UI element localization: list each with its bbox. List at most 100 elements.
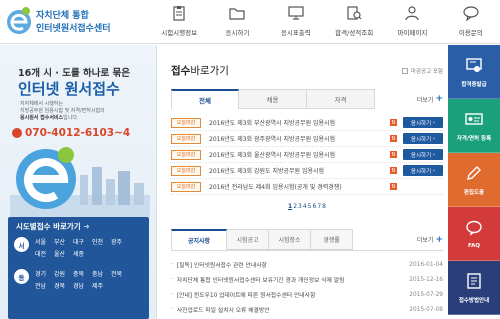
apply-button[interactable]: 응시하기 › — [403, 149, 443, 160]
chat-icon — [463, 6, 479, 21]
more-link[interactable]: 더보기 + — [417, 89, 443, 109]
apply-button[interactable]: 응시하기 › — [403, 133, 443, 144]
banner-desc-strong: 응시원서 접수서비스 — [20, 115, 64, 121]
banner-headline-2: 인터넷 원서접수 — [18, 80, 120, 98]
closed-filter-label: 마감공고 포함 — [410, 69, 443, 75]
notice-title-link[interactable]: 자치단체 통합 인터넷원서접수센터 보유기간 경과 개인정보 삭제 알림 — [177, 275, 403, 284]
region-title: 시도별접수 바로가기 ➜ — [16, 221, 90, 232]
nav-admission-ticket[interactable]: 응시표출력 — [267, 0, 325, 44]
nav-label: 시험시행정보 — [161, 29, 198, 37]
region-link[interactable]: 광주 — [111, 237, 130, 246]
nav-result-lookup[interactable]: 합격/성적조회 — [325, 0, 383, 44]
region-link[interactable]: 서울 — [35, 237, 54, 246]
page-link[interactable]: 5 — [308, 203, 312, 210]
phone-number: 070-4012-6103~4 — [25, 127, 131, 139]
page-link[interactable]: 4 — [303, 203, 307, 210]
apply-button-label: 응시하기 — [410, 120, 432, 127]
nav-exam-info[interactable]: 시험시행정보 — [150, 0, 208, 44]
logo-e-icon — [7, 7, 31, 34]
main-nav: 시험시행정보 응시하기 응시표출력 합격/성적조회 마이페이지 이용문의 — [150, 0, 500, 44]
page-link[interactable]: 6 — [313, 203, 317, 210]
new-badge: N — [390, 183, 397, 190]
bullet-icon: · — [171, 276, 173, 283]
region-link[interactable]: 충남 — [92, 269, 111, 278]
nav-apply[interactable]: 응시하기 — [208, 0, 266, 44]
notice-title-link[interactable]: 사진업로드 파일 설치시 오류 해결방안 — [177, 305, 403, 314]
tab-all[interactable]: 전체 — [171, 89, 239, 109]
new-badge: N — [390, 167, 397, 174]
deadline-badge: 오늘마감 — [171, 165, 201, 176]
exam-title-link[interactable]: 2016년 전라남도 제4회 임용시험(공개 및 경력경쟁) — [209, 182, 387, 191]
region-link[interactable]: 부산 — [54, 237, 73, 246]
page-link[interactable]: 7 — [317, 203, 321, 210]
region-link[interactable]: 세종 — [73, 249, 92, 258]
list-item: · 사진업로드 파일 설치시 오류 해결방안 2015-07-08 — [171, 302, 443, 317]
banner-description: 지자체에서 시행하는 지방공무원 임용시험 및 자격/면허시험의 응시원서 접수… — [20, 101, 142, 122]
phone-icon — [12, 128, 22, 138]
region-link[interactable]: 전북 — [111, 269, 130, 278]
tab-competition-rate[interactable]: 경쟁률 — [311, 229, 353, 250]
tab-exam-announcement[interactable]: 시험공고 — [227, 229, 269, 250]
region-link[interactable]: 전남 — [35, 281, 54, 290]
bullet-icon: · — [171, 306, 173, 313]
more-label: 더보기 — [416, 237, 434, 244]
tab-notice[interactable]: 공지사항 — [171, 229, 227, 250]
apply-button[interactable]: 응시하기 › — [403, 117, 443, 128]
notice-date: 2016-01-04 — [409, 261, 443, 268]
tab-license[interactable]: 자격 — [307, 89, 375, 109]
exam-list: 오늘마감 2016년도 제3회 부산광역시 지방공무원 임용시험 N 응시하기 … — [171, 115, 443, 195]
phone-row: 070-4012-6103~4 — [12, 127, 130, 139]
user-icon — [405, 6, 420, 21]
exam-title-link[interactable]: 2016년도 제3회 부산광역시 지방공무원 임용시험 — [209, 118, 387, 127]
tab-recruit[interactable]: 채용 — [239, 89, 307, 109]
list-item: · [안내] 윈도우10 업데이트에 따른 원서접수센터 안내사항 2015-0… — [171, 287, 443, 302]
region-circle: 동 — [14, 269, 29, 284]
page-link[interactable]: 8 — [322, 203, 326, 210]
deadline-badge: 오늘마감 — [171, 117, 201, 128]
region-link[interactable]: 경기 — [35, 269, 54, 278]
region-link[interactable]: 울산 — [54, 249, 73, 258]
page-link[interactable]: 2 — [293, 203, 297, 210]
region-link[interactable]: 강원 — [54, 269, 73, 278]
section-title-bold: 접수 — [171, 65, 191, 77]
site-header: 자치단체 통합 인터넷원서접수센터 시험시행정보 응시하기 응시표출력 합격/성… — [0, 0, 500, 44]
region-link[interactable]: 경남 — [73, 281, 92, 290]
closed-checkbox[interactable] — [401, 68, 408, 74]
guide-icon — [467, 272, 481, 289]
list-item: 오늘마감 2016년도 제3회 강원도 지방공무원 임용시험 N 응시하기 › — [171, 163, 443, 179]
region-link[interactable]: 충북 — [73, 269, 92, 278]
section-title-rest: 바로가기 — [190, 65, 229, 77]
list-item: 오늘마감 2016년도 제3회 울산광역시 지방공무원 임용시험 N 응시하기 … — [171, 147, 443, 163]
notice-title-link[interactable]: [필독] 인터넷원서접수 관련 안내사항 — [177, 260, 403, 269]
nav-mypage[interactable]: 마이페이지 — [383, 0, 441, 44]
region-link[interactable]: 경북 — [54, 281, 73, 290]
closed-filter[interactable]: 마감공고 포함 — [401, 67, 443, 75]
page-link[interactable]: 3 — [298, 203, 302, 210]
quick-license-register[interactable]: 자격/면허 등록 — [448, 99, 500, 153]
quick-edit-help[interactable]: 편집도움 — [448, 153, 500, 207]
notice-tabs: 공지사항 시험공고 시험장소 경쟁률 더보기 + — [171, 229, 443, 251]
region-link[interactable]: 제주 — [92, 281, 111, 290]
region-link[interactable]: 대전 — [35, 249, 54, 258]
notice-more-link[interactable]: 더보기 + — [417, 229, 443, 250]
region-link[interactable]: 인천 — [92, 237, 111, 246]
exam-title-link[interactable]: 2016년도 제3회 광주광역시 지방공무원 임용시험 — [209, 134, 387, 143]
quick-apply-guide[interactable]: 접수방법안내 — [448, 261, 500, 315]
monitor-icon — [288, 6, 304, 20]
tab-exam-location[interactable]: 시험장소 — [269, 229, 311, 250]
nav-inquiry[interactable]: 이용문의 — [442, 0, 500, 44]
exam-title-link[interactable]: 2016년도 제3회 강원도 지방공무원 임용시험 — [209, 166, 387, 175]
promo-banner: 16개 시 · 도를 하나로 묶은 인터넷 원서접수 지자체에서 시행하는 지방… — [0, 45, 157, 319]
apply-button[interactable]: 응시하기 › — [403, 165, 443, 176]
quick-certificate[interactable]: 합격증발급 — [448, 45, 500, 99]
city-illustration-icon — [10, 147, 150, 217]
page-link[interactable]: 1 — [288, 203, 292, 210]
site-logo[interactable]: 자치단체 통합 인터넷원서접수센터 — [6, 6, 134, 38]
nav-label: 응시표출력 — [280, 29, 311, 37]
region-link[interactable]: 대구 — [73, 237, 92, 246]
notice-title-link[interactable]: [안내] 윈도우10 업데이트에 따른 원서접수센터 안내사항 — [177, 290, 403, 299]
quick-faq[interactable]: FAQ — [448, 207, 500, 261]
exam-title-link[interactable]: 2016년도 제3회 울산광역시 지방공무원 임용시험 — [209, 150, 387, 159]
nav-label: 합격/성적조회 — [335, 29, 374, 37]
arrow-right-icon: ➜ — [83, 222, 90, 231]
